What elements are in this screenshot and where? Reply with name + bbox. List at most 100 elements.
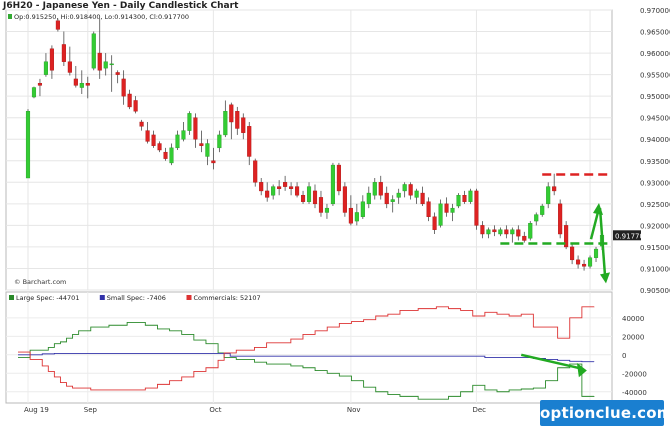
ohlc-marker: [8, 14, 12, 19]
candle-down: [492, 229, 497, 233]
candle-down: [426, 201, 431, 217]
candle-up: [366, 192, 371, 205]
candle-down: [199, 143, 204, 146]
candle-down: [55, 20, 60, 30]
ohlc-readout: Op:0.915250, Hi:0.918400, Lo:0.914300, C…: [14, 13, 189, 21]
candle-up: [540, 205, 545, 215]
candle-down: [444, 203, 449, 213]
candle-down: [432, 216, 437, 230]
candle-down: [552, 186, 557, 192]
candle-up: [396, 192, 401, 198]
price-axis-tick-label: 0.935000: [640, 158, 670, 166]
candle-down: [211, 160, 216, 164]
candle-down: [289, 186, 294, 189]
candle-down: [247, 126, 252, 157]
price-axis-tick-label: 0.910000: [640, 265, 670, 273]
cot-legend-label: Large Spec: -44701: [16, 294, 79, 302]
candle-up: [414, 190, 419, 198]
candle-down: [318, 197, 324, 213]
x-axis-tick-label: Sep: [84, 406, 98, 414]
candle-down: [145, 130, 150, 142]
candle-up: [169, 147, 174, 164]
cot-legend-swatch: [9, 295, 14, 300]
candle-down: [462, 195, 467, 202]
candle-up: [205, 143, 210, 157]
candle-down: [163, 151, 168, 159]
source-label: © Barchart.com: [14, 278, 66, 286]
x-axis-tick-label: Oct: [209, 406, 221, 414]
candle-down: [127, 93, 132, 108]
candle-down: [558, 203, 563, 235]
candle-down: [504, 229, 509, 235]
cot-legend-swatch: [186, 295, 192, 300]
price-panel-frame: [5, 9, 613, 291]
candle-up: [43, 61, 48, 75]
candle-up: [456, 195, 461, 207]
cot-legend-label: Commercials: 52107: [194, 294, 261, 302]
price-axis-tick-label: 0.940000: [640, 136, 670, 144]
price-axis-tick-label: 0.930000: [640, 179, 670, 187]
candle-down: [348, 207, 353, 224]
candle-up: [306, 186, 312, 202]
candle-down: [49, 48, 54, 71]
candle-down: [235, 111, 240, 129]
candle-down: [378, 182, 383, 196]
candle-down: [85, 83, 90, 86]
candle-up: [510, 229, 515, 235]
candle-down: [342, 186, 347, 213]
candle-up: [330, 164, 335, 205]
candle-up: [468, 190, 473, 202]
candle-up: [534, 214, 539, 222]
candle-up: [402, 184, 407, 192]
last-price-label: 0.917700: [615, 232, 648, 240]
candle-up: [372, 182, 377, 196]
candle-down: [408, 184, 413, 196]
price-axis-tick-label: 0.960000: [640, 50, 670, 58]
candle-down: [312, 190, 318, 205]
candle-down: [420, 192, 425, 205]
candle-up: [31, 87, 37, 98]
candle-up: [354, 212, 359, 222]
candle-down: [115, 72, 120, 75]
candle-down: [300, 195, 306, 202]
candlestick-chart-svg: 0.970000 0.965000 0.960000 0.955000 0.950000…: [5, 7, 670, 414]
candle-down: [193, 117, 198, 140]
candle-down: [157, 143, 162, 151]
x-axis-tick-label: Aug 19: [24, 406, 49, 414]
candle-down: [384, 192, 389, 205]
candle-up: [360, 201, 365, 217]
candle-down: [576, 259, 581, 265]
candle-down: [151, 134, 156, 146]
candle-down: [265, 190, 270, 198]
candle-up: [25, 111, 31, 179]
cot-axis-tick-label: 20000: [622, 333, 644, 341]
price-axis-tick-label: 0.920000: [640, 222, 670, 230]
candle-down: [582, 263, 587, 267]
candle-up: [450, 207, 455, 213]
candle-down: [522, 235, 527, 241]
candle-up: [271, 186, 276, 196]
candle-down: [97, 52, 102, 71]
price-axis-tick-label: 0.950000: [640, 93, 670, 101]
candle-up: [187, 113, 192, 131]
candle-down: [570, 246, 575, 261]
candle-up: [223, 111, 228, 136]
candle-up: [103, 61, 108, 69]
candle-down: [241, 117, 246, 133]
candle-up: [217, 134, 222, 149]
candle-up: [109, 63, 114, 66]
candle-up: [181, 130, 186, 140]
brand-logo: optionclue.com: [540, 400, 670, 426]
candle-down: [253, 160, 258, 183]
candle-down: [139, 121, 144, 127]
price-axis-tick-label: 0.945000: [640, 115, 670, 123]
cot-axis-tick-label: 0: [622, 352, 626, 360]
cot-legend-swatch: [99, 295, 105, 300]
candle-down: [516, 229, 521, 237]
candle-down: [259, 182, 264, 192]
candle-up: [587, 257, 593, 267]
candle-down: [73, 78, 78, 86]
chart-title: J6H20 - Japanese Yen - Daily Candlestick…: [3, 1, 239, 11]
candle-down: [229, 104, 234, 123]
candle-up: [438, 203, 443, 226]
